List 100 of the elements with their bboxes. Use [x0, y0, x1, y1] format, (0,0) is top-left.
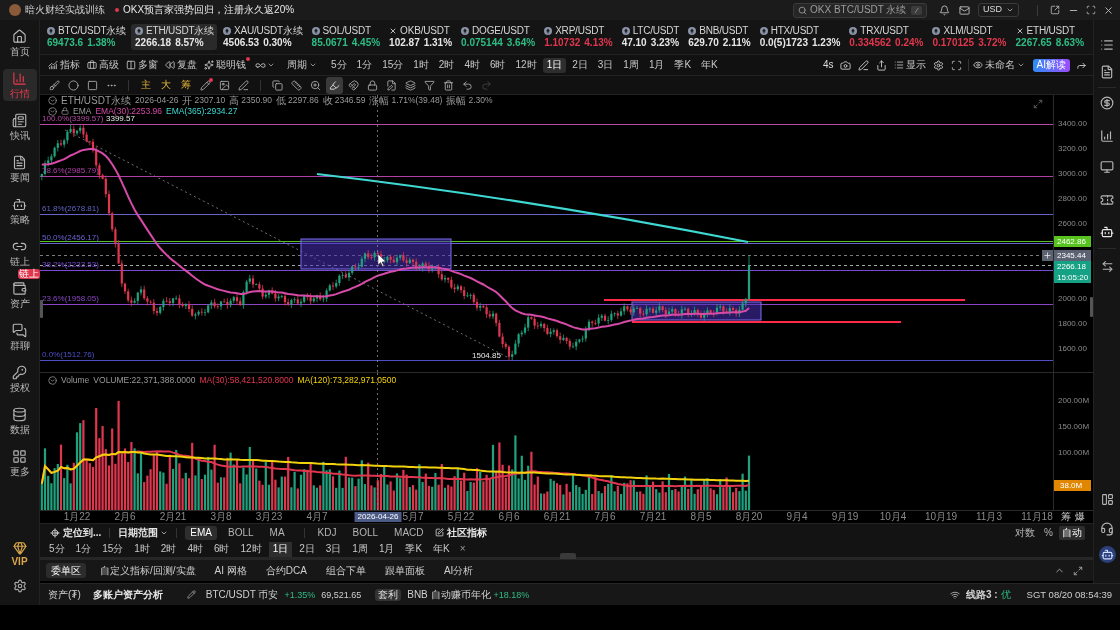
- panel-tab[interactable]: AI分析: [438, 563, 479, 578]
- period-tab[interactable]: 年K: [429, 541, 454, 557]
- plus-icon[interactable]: [1042, 250, 1053, 261]
- ticker-item[interactable]: BNB/USDT 629.70 2.11%: [684, 24, 754, 50]
- vip-button[interactable]: VIP: [11, 541, 28, 567]
- period-tab[interactable]: 年K: [697, 57, 722, 73]
- period-tab[interactable]: 2日: [568, 57, 592, 73]
- sidebar-item[interactable]: 数据: [2, 405, 37, 437]
- sidebar-item[interactable]: 链上: [2, 237, 37, 269]
- account-analysis-link[interactable]: 多账户资产分析: [92, 588, 163, 601]
- ai-button[interactable]: AI解读: [1032, 58, 1070, 72]
- sidebar-item[interactable]: 更多: [2, 447, 37, 479]
- settings-icon[interactable]: [932, 59, 944, 71]
- period-tab[interactable]: 1分: [71, 541, 96, 557]
- bar-chart-icon[interactable]: [1100, 129, 1114, 143]
- period-tab[interactable]: 2日: [295, 541, 319, 557]
- corner-button[interactable]: 筹: [1061, 511, 1071, 523]
- panel-tab[interactable]: 合约DCA: [260, 563, 312, 578]
- ticker-item[interactable]: XRP/USDT 1.10732 4.13%: [540, 24, 616, 50]
- ticker-item[interactable]: XAU/USDT永续 4506.53 0.30%: [219, 24, 306, 50]
- ticker-item[interactable]: SOL/USDT 85.0671 4.45%: [307, 24, 384, 50]
- layout-icon[interactable]: [1100, 493, 1114, 506]
- pencil-icon[interactable]: [186, 590, 196, 599]
- sidebar-item[interactable]: 行情: [2, 69, 37, 101]
- period-tab[interactable]: 5分: [45, 541, 69, 557]
- ticker-item[interactable]: ETH/USDT永续 2266.18 8.57%: [131, 24, 218, 50]
- indicator-tab[interactable]: MA: [264, 525, 290, 540]
- period-tab[interactable]: 季K: [401, 541, 427, 557]
- ticket-icon[interactable]: [1100, 193, 1114, 207]
- sub-indicator-button[interactable]: KDJ: [312, 526, 342, 539]
- period-tab[interactable]: 4时: [460, 57, 484, 73]
- monitor-icon[interactable]: [1100, 160, 1114, 174]
- ticker-item[interactable]: LTC/USDT 47.10 3.23%: [617, 24, 683, 50]
- indicator-tab[interactable]: EMA: [185, 525, 217, 540]
- resize-handle[interactable]: [1090, 297, 1093, 317]
- period-tab[interactable]: 1日: [542, 57, 567, 73]
- period-tab[interactable]: 1月: [374, 541, 399, 557]
- date-range-dropdown[interactable]: 日期范围: [118, 526, 169, 539]
- period-tab[interactable]: 1月: [644, 57, 669, 73]
- announcement-link[interactable]: OKX预言家强势回归，注册永久返20%: [123, 4, 295, 16]
- sidebar-item[interactable]: 快讯: [2, 111, 37, 143]
- refresh-button[interactable]: 4s: [823, 59, 834, 71]
- search-field[interactable]: OKX BTC/USDT 永续 /: [793, 2, 927, 18]
- period-tab[interactable]: 1分: [352, 57, 377, 73]
- swap-icon[interactable]: [1100, 260, 1114, 273]
- panel-tab[interactable]: 跟单面板: [379, 563, 430, 578]
- document-icon[interactable]: [1100, 65, 1114, 79]
- sub-indicator-button[interactable]: MACD: [389, 526, 429, 539]
- panel-tab[interactable]: AI 网格: [209, 563, 252, 578]
- period-tab[interactable]: 1时: [409, 57, 433, 73]
- sidebar-item[interactable]: 首页: [2, 27, 37, 59]
- close-button[interactable]: ×: [459, 543, 466, 555]
- ticker-item[interactable]: ETH/USDT 2267.65 8.63%: [1011, 24, 1088, 50]
- sidebar-item[interactable]: 授权: [2, 363, 37, 395]
- sidebar-item[interactable]: 群聊: [2, 321, 37, 353]
- external-link-icon[interactable]: [1050, 5, 1060, 15]
- community-indicator-button[interactable]: 社区指标: [434, 526, 487, 539]
- ticker-item[interactable]: XLM/USDT 0.170125 3.72%: [928, 24, 1010, 50]
- close-icon[interactable]: [1103, 4, 1114, 16]
- chevron-circle-icon[interactable]: [48, 96, 57, 105]
- display-button[interactable]: 显示: [893, 59, 926, 71]
- period-tab[interactable]: 1日: [268, 541, 293, 557]
- fullscreen-icon[interactable]: [1086, 5, 1096, 15]
- chevron-circle-icon[interactable]: [48, 375, 57, 385]
- period-tab[interactable]: 4时: [183, 541, 207, 557]
- panel-tab[interactable]: 组合下单: [320, 563, 371, 578]
- pen-icon[interactable]: [857, 59, 869, 71]
- mail-icon[interactable]: [959, 4, 970, 16]
- ticker-item[interactable]: OKB/USDT 102.87 1.31%: [385, 24, 456, 50]
- period-tab[interactable]: 季K: [670, 57, 696, 73]
- sidebar-item[interactable]: 要闻: [2, 153, 37, 185]
- corner-button[interactable]: 爆: [1075, 511, 1085, 523]
- list-icon[interactable]: [1100, 38, 1114, 52]
- dollar-icon[interactable]: [1100, 96, 1114, 110]
- period-tab[interactable]: 3日: [321, 541, 346, 557]
- ticker-item[interactable]: TRX/USDT 0.334562 0.24%: [845, 24, 927, 50]
- ticker-item[interactable]: HTX/USDT 0.0(5)1723 1.23%: [755, 24, 844, 50]
- resize-handle[interactable]: [40, 300, 43, 318]
- chevron-circle-icon[interactable]: [48, 106, 57, 116]
- sidebar-item[interactable]: 策略: [2, 195, 37, 227]
- panel-tab[interactable]: 委单区: [46, 563, 86, 578]
- camera-icon[interactable]: [839, 59, 851, 71]
- period-tab[interactable]: 1周: [619, 57, 643, 73]
- period-tab[interactable]: 15分: [98, 541, 128, 557]
- locate-button[interactable]: 定位到...: [50, 526, 102, 539]
- period-tab[interactable]: 6时: [209, 541, 234, 557]
- ticker-item[interactable]: BTC/USDT永续 69473.6 1.38%: [43, 24, 129, 50]
- sidebar-item[interactable]: 资产: [2, 279, 37, 311]
- currency-dropdown[interactable]: USD: [978, 3, 1019, 17]
- period-tab[interactable]: 15分: [378, 57, 408, 73]
- upload-icon[interactable]: [875, 59, 887, 71]
- settings-icon[interactable]: [12, 579, 27, 593]
- fullscreen-icon[interactable]: [950, 59, 962, 71]
- period-tab[interactable]: 2时: [156, 541, 181, 557]
- quick-tool-button[interactable]: 大: [157, 77, 175, 93]
- period-tab[interactable]: 6时: [485, 57, 510, 73]
- period-tab[interactable]: 12时: [236, 541, 266, 557]
- scale-option[interactable]: 自动: [1059, 525, 1085, 540]
- quick-tool-button[interactable]: 主: [137, 77, 155, 93]
- indicator-tab[interactable]: BOLL: [223, 525, 259, 540]
